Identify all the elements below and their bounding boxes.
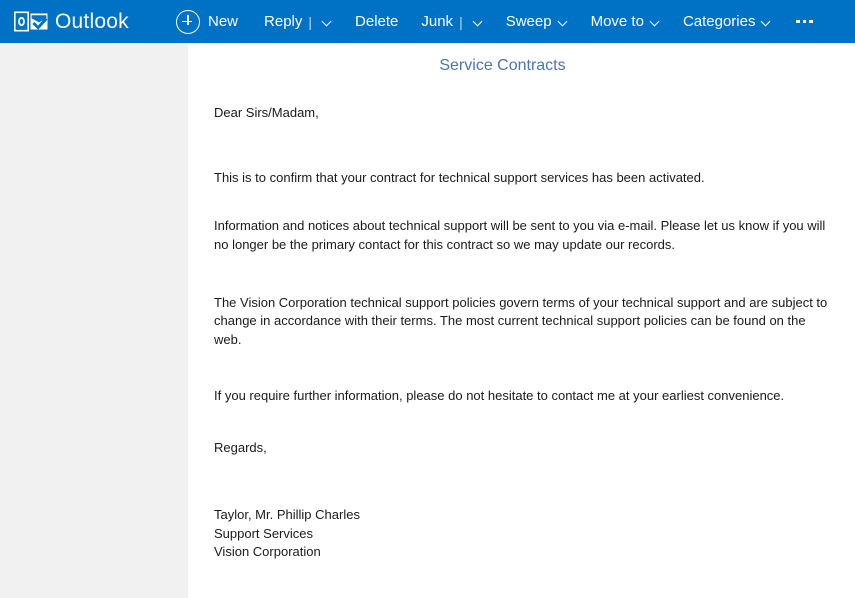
message-paragraph-2: Information and notices about technical …: [214, 218, 826, 252]
move-to-button-label: Move to: [590, 13, 644, 30]
sidebar-panel: [0, 43, 188, 598]
signature-department: Support Services: [214, 525, 313, 541]
top-command-bar: Outlook New Reply | Delete Junk | Sweep …: [0, 0, 855, 43]
reply-separator: |: [308, 13, 313, 30]
signature-name: Taylor, Mr. Phillip Charles: [214, 507, 360, 523]
message-paragraph-3: The Vision Corporation technical support…: [214, 295, 828, 347]
command-buttons: New Reply | Delete Junk | Sweep Move to …: [176, 0, 855, 43]
ellipsis-icon: [794, 16, 815, 28]
outlook-logo-icon: [14, 9, 48, 34]
junk-button-label: Junk: [421, 13, 454, 30]
message-closing: Regards,: [214, 439, 267, 455]
more-commands-button[interactable]: [794, 16, 815, 28]
ellipsis-dot: [802, 19, 807, 24]
message-signature: Taylor, Mr. Phillip Charles Support Serv…: [214, 506, 833, 561]
junk-separator: |: [459, 13, 463, 30]
chevron-down-icon: [559, 17, 568, 26]
sweep-button[interactable]: Sweep: [506, 14, 568, 29]
categories-button-label: Categories: [682, 13, 756, 30]
brand-home-link[interactable]: Outlook: [0, 9, 176, 34]
plus-circle-icon: [176, 9, 200, 34]
junk-button[interactable]: Junk |: [421, 14, 482, 29]
message-subject: Service Contracts: [439, 57, 566, 74]
chevron-down-icon[interactable]: [474, 17, 483, 26]
delete-button-label: Delete: [355, 13, 399, 30]
delete-button[interactable]: Delete: [355, 14, 398, 29]
chevron-down-icon: [651, 17, 660, 26]
categories-button[interactable]: Categories: [683, 14, 772, 29]
reading-pane: Service Contracts Dear Sirs/Madam, This …: [188, 43, 855, 598]
message-body: Dear Sirs/Madam, This is to confirm that…: [188, 75, 855, 561]
brand-name: Outlook: [55, 10, 129, 33]
sweep-button-label: Sweep: [505, 13, 552, 30]
signature-company: Vision Corporation: [214, 544, 321, 560]
new-button-label: New: [208, 13, 239, 30]
reply-button[interactable]: Reply |: [264, 14, 332, 29]
chevron-down-icon: [762, 17, 771, 26]
workspace: Service Contracts Dear Sirs/Madam, This …: [0, 43, 855, 598]
message-paragraph-1: This is to confirm that your contract fo…: [214, 169, 705, 185]
message-paragraph-4: If you require further information, plea…: [214, 388, 785, 404]
ellipsis-dot: [809, 19, 813, 24]
reply-button-label: Reply: [264, 13, 303, 30]
ellipsis-dot: [796, 19, 800, 24]
move-to-button[interactable]: Move to: [591, 14, 660, 29]
new-button[interactable]: New: [176, 9, 239, 34]
message-salutation: Dear Sirs/Madam,: [214, 105, 319, 121]
chevron-down-icon[interactable]: [323, 17, 332, 26]
